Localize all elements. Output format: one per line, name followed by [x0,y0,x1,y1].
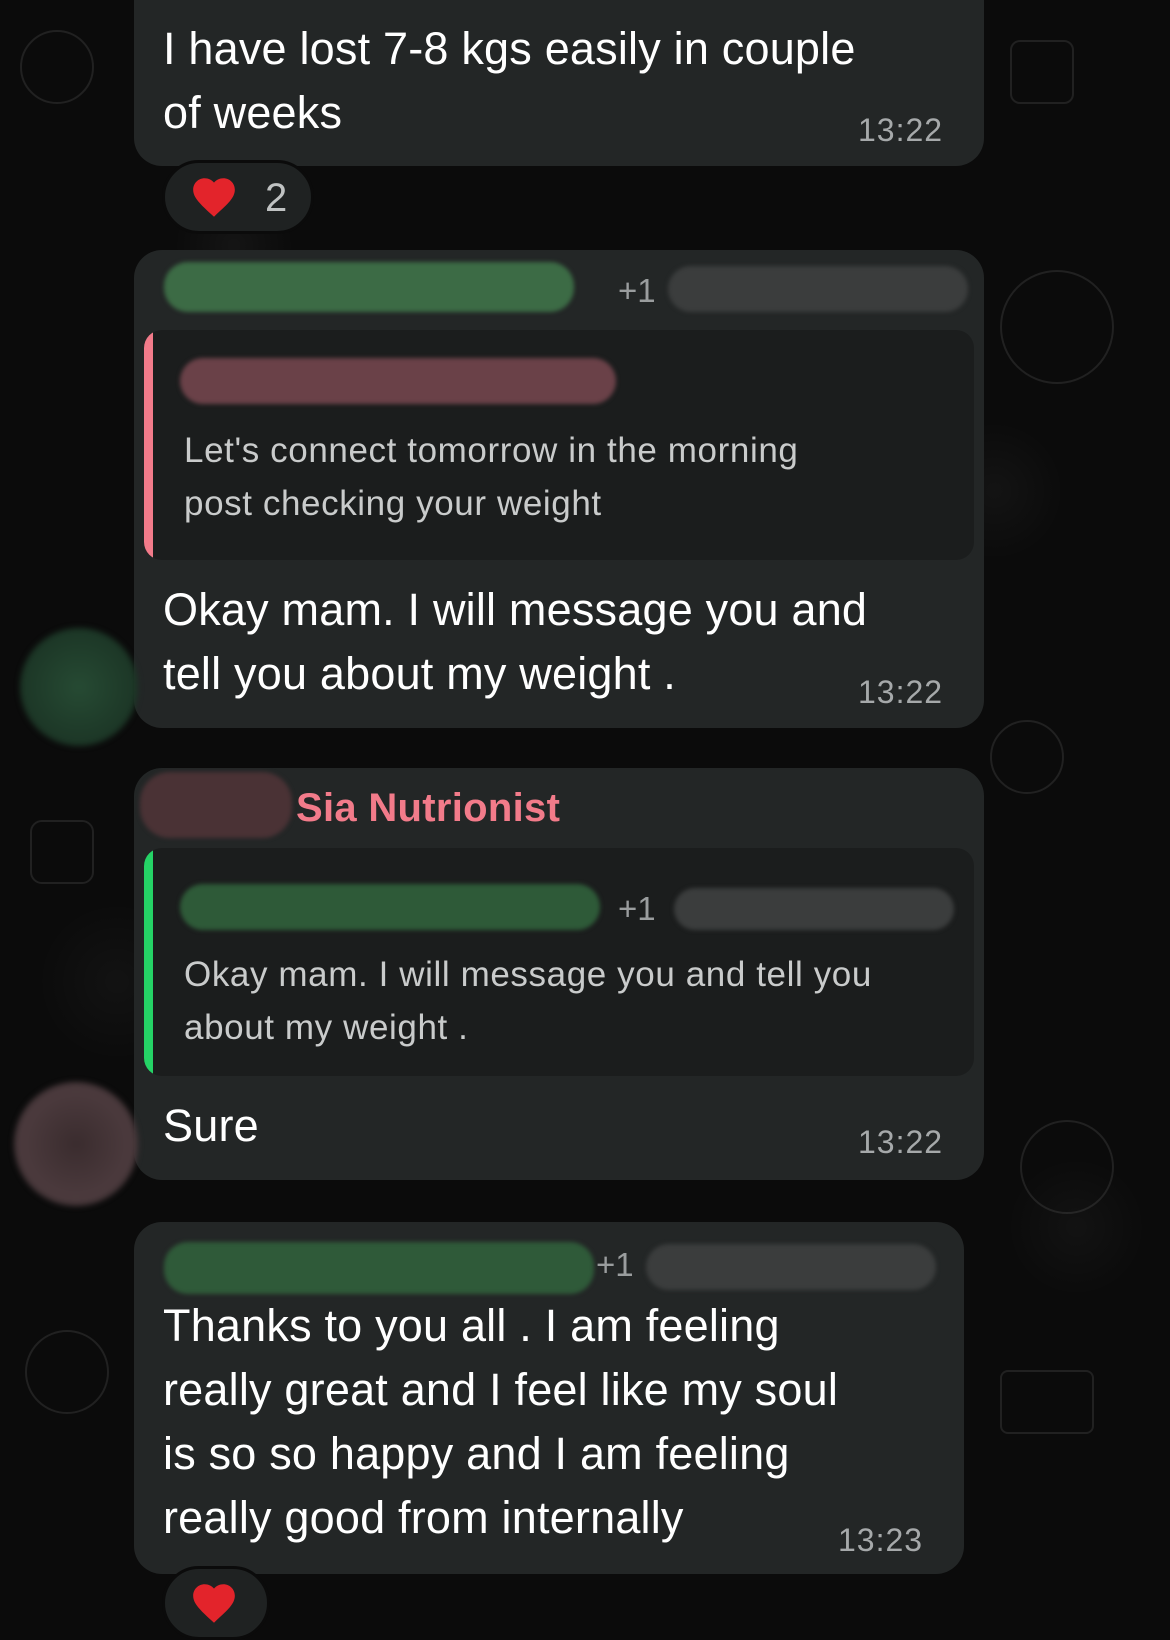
quoted-message[interactable]: +1 Okay mam. I will message you and tell… [144,848,974,1076]
sender-extra-count: +1 [618,272,656,309]
redacted-sender-name [164,1242,594,1294]
doodle-shape [1010,40,1074,104]
redacted-sender-name [164,262,574,312]
doodle-shape [25,1330,109,1414]
reaction-badge[interactable] [162,1566,270,1640]
reaction-badge[interactable]: 2 [162,160,314,234]
message-time: 13:22 [858,1124,944,1160]
message-text: tell you about my weight . [163,648,676,699]
doodle-shape [1020,1120,1114,1214]
message-bubble[interactable]: Sia Nutrionist +1 Okay mam. I will messa… [134,768,984,1180]
quote-text: about my weight . [184,1008,469,1047]
heart-icon [193,1584,235,1623]
message-time: 13:22 [858,674,944,710]
redacted-phone-number [646,1244,936,1290]
avatar[interactable] [20,628,138,746]
message-text: is so so happy and I am feeling [163,1428,790,1479]
doodle-shape [990,720,1064,794]
doodle-shape [1000,270,1114,384]
redacted-sender-prefix [140,772,292,838]
reaction-count: 2 [265,176,288,220]
doodle-shape [20,30,94,104]
quoted-message[interactable]: Let's connect tomorrow in the morning po… [144,330,974,560]
message-text: Sure [163,1100,259,1151]
message-text: of weeks [163,87,343,138]
quote-accent-bar [144,848,153,1076]
avatar[interactable] [14,1082,138,1206]
quote-text: Let's connect tomorrow in the morning [184,431,799,470]
message-text: Thanks to you all . I am feeling [163,1300,780,1351]
message-bubble[interactable]: +1 Let's connect tomorrow in the morning… [134,250,984,728]
redacted-phone-number [668,266,968,312]
heart-icon [193,178,235,217]
quote-accent-bar [144,330,153,560]
quote-text: post checking your weight [184,484,602,523]
redacted-quote-sender [180,358,616,404]
message-text: really great and I feel like my soul [163,1364,839,1415]
message-bubble[interactable]: I have lost 7-8 kgs easily in couple of … [134,0,984,166]
sender-name: Sia Nutrionist [296,786,561,830]
quote-text: Okay mam. I will message you and tell yo… [184,955,872,994]
message-bubble[interactable]: +1 Thanks to you all . I am feeling real… [134,1222,964,1574]
message-time: 13:23 [838,1522,924,1558]
sender-extra-count: +1 [618,890,656,927]
message-text: really good from internally [163,1492,684,1543]
redacted-quote-sender [180,884,600,930]
message-time: 13:22 [858,112,944,148]
doodle-shape [30,820,94,884]
message-text: I have lost 7-8 kgs easily in couple [163,23,856,74]
sender-extra-count: +1 [596,1246,634,1283]
doodle-shape [1000,1370,1094,1434]
message-text: Okay mam. I will message you and [163,584,868,635]
redacted-phone-number [674,888,954,930]
